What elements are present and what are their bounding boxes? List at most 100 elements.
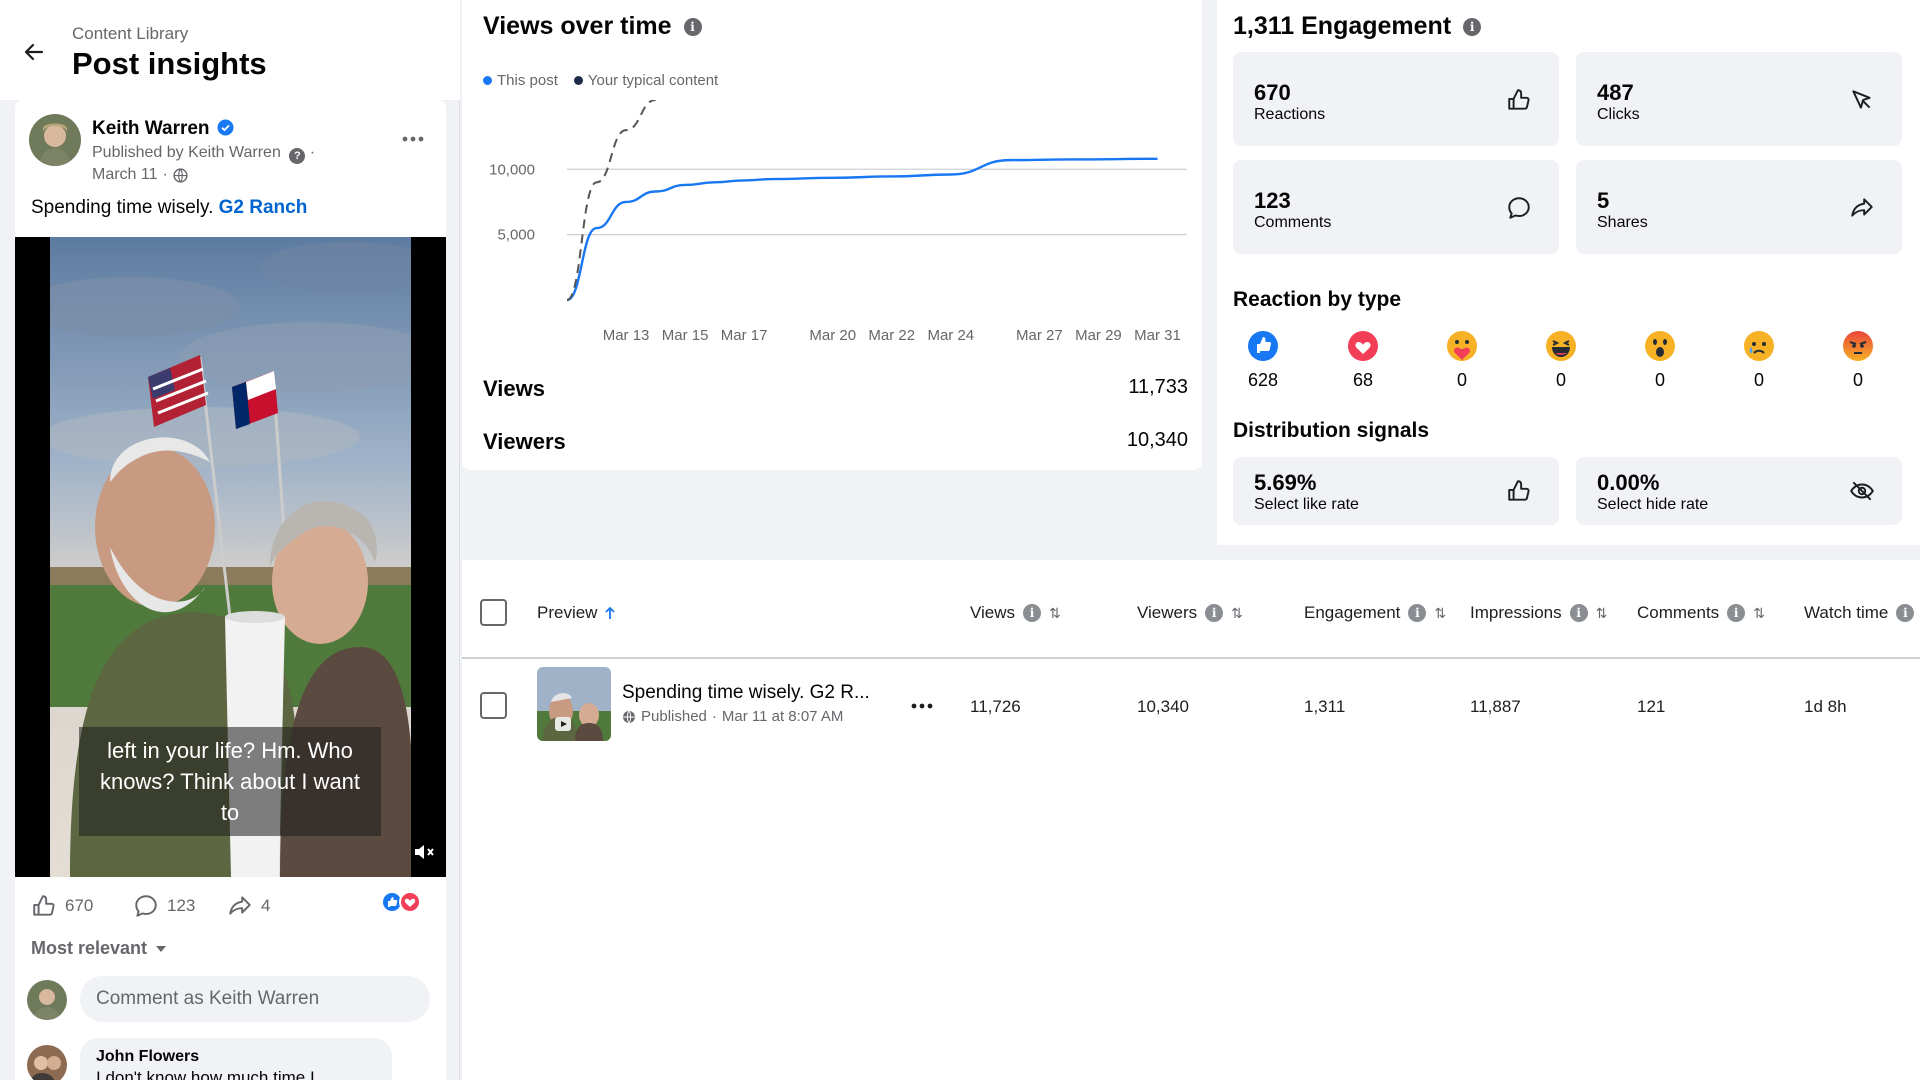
caret-down-icon — [156, 945, 167, 952]
post-table — [462, 560, 1920, 1080]
info-icon[interactable]: i — [1408, 604, 1427, 622]
share-action[interactable]: 4 — [227, 893, 270, 919]
avatar[interactable] — [29, 114, 81, 166]
row-date: Mar 11 at 8:07 AM — [721, 708, 844, 725]
reaction-breakdown: 628 68 0 0 0 0 0 — [1233, 330, 1913, 390]
sort-up-arrow-icon — [605, 606, 616, 619]
arrow-left-icon — [24, 43, 44, 61]
column-header-engagement[interactable]: Engagement i ⇅ — [1304, 603, 1446, 623]
comment-author-avatar[interactable] — [27, 1045, 67, 1080]
publisher-name[interactable]: Keith Warren — [188, 144, 281, 161]
published-by-line: Published by Keith Warren ? · — [92, 144, 316, 164]
post-panel: Content Library Post insights Keith Warr… — [0, 0, 460, 1080]
legend-label: This post — [497, 72, 558, 89]
stat-value: 487 — [1597, 80, 1634, 105]
table-divider — [462, 657, 1920, 659]
x-tick-label: Mar 15 — [662, 327, 709, 344]
column-header-comments[interactable]: Comments i ⇅ — [1637, 603, 1765, 623]
info-icon[interactable]: i — [1463, 17, 1482, 36]
sort-icon[interactable]: ⇅ — [1434, 605, 1446, 622]
care-reaction-icon — [1447, 331, 1477, 361]
row-options-button[interactable] — [902, 694, 942, 718]
column-label: Preview — [537, 603, 598, 622]
mute-button[interactable] — [409, 837, 439, 867]
video-player[interactable]: left in your life? Hm. Who knows? Think … — [15, 237, 446, 877]
post-options-button[interactable] — [393, 124, 433, 154]
post-tag-link[interactable]: G2 Ranch — [219, 197, 308, 218]
hide-rate-card[interactable]: 0.00% Select hide rate — [1576, 457, 1902, 525]
select-all-checkbox[interactable] — [480, 599, 507, 626]
legend-this-post: This post — [483, 72, 558, 89]
thumbs-up-icon — [33, 895, 55, 916]
viewers-metric: Viewers 10,340 — [483, 429, 1188, 455]
comments-card[interactable]: 123 Comments — [1233, 160, 1559, 254]
row-checkbox[interactable] — [480, 692, 507, 719]
comment-author[interactable]: John Flowers — [96, 1048, 376, 1066]
like-action[interactable]: 670 — [31, 893, 93, 919]
post-thumbnail[interactable] — [537, 667, 611, 741]
sort-icon[interactable]: ⇅ — [1596, 605, 1608, 622]
views-metric: Views 11,733 — [483, 376, 1188, 402]
info-icon[interactable]: i — [1727, 604, 1746, 622]
globe-icon — [173, 167, 188, 183]
sort-icon[interactable]: ⇅ — [1753, 605, 1765, 622]
shares-card[interactable]: 5 Shares — [1576, 160, 1902, 254]
engagement-title: 1,311 Engagement i — [1233, 12, 1482, 41]
post-date-line: March 11 · — [92, 166, 188, 184]
views-line-chart[interactable]: 10,000 5,000 Mar 13 Mar 15 Mar 17 Mar 20 Mar 2… — [462, 100, 1202, 350]
reactions-card[interactable]: 670 Reactions — [1233, 52, 1559, 146]
comment-input[interactable]: Comment as Keith Warren — [80, 976, 430, 1022]
comment-action[interactable]: 123 — [133, 893, 195, 919]
like-rate-card[interactable]: 5.69% Select like rate — [1233, 457, 1559, 525]
angry-reaction-icon — [1843, 331, 1873, 361]
column-label: Viewers — [1137, 603, 1198, 622]
row-post-title[interactable]: Spending time wisely. G2 R... — [622, 682, 870, 704]
x-tick-label: Mar 24 — [927, 327, 974, 344]
x-tick-label: Mar 29 — [1075, 327, 1122, 344]
reaction-angry: 0 — [1828, 330, 1888, 391]
cell-views: 11,726 — [970, 697, 1021, 716]
reaction-count: 68 — [1352, 370, 1374, 390]
clicks-card[interactable]: 487 Clicks — [1576, 52, 1902, 146]
column-header-preview[interactable]: Preview — [537, 603, 616, 623]
author-name[interactable]: Keith Warren — [92, 118, 210, 140]
back-button[interactable] — [16, 34, 52, 70]
reaction-summary[interactable] — [381, 891, 421, 913]
haha-reaction-icon — [1546, 331, 1576, 361]
column-header-impressions[interactable]: Impressions i ⇅ — [1470, 603, 1607, 623]
sad-reaction-icon — [1744, 331, 1774, 361]
x-tick-label: Mar 13 — [603, 327, 650, 344]
help-icon[interactable]: ? — [289, 148, 306, 164]
reaction-count: 0 — [1456, 370, 1467, 390]
cell-engagement: 1,311 — [1304, 697, 1346, 716]
signal-label: Select hide rate — [1597, 496, 1709, 513]
info-icon[interactable]: i — [1023, 604, 1042, 622]
sort-icon[interactable]: ⇅ — [1049, 605, 1061, 622]
reaction-count: 0 — [1654, 370, 1665, 390]
post-date[interactable]: March 11 — [92, 166, 158, 184]
distribution-signals-title: Distribution signals — [1233, 419, 1430, 442]
speaker-muted-icon — [415, 845, 434, 859]
stat-label: Shares — [1597, 214, 1648, 231]
commenter-avatar[interactable] — [27, 980, 67, 1020]
sort-icon[interactable]: ⇅ — [1231, 605, 1243, 622]
info-icon[interactable]: i — [1569, 604, 1588, 622]
reaction-count: 0 — [1555, 370, 1566, 390]
info-icon[interactable]: i — [1205, 604, 1224, 622]
cell-watch-time: 1d 8h — [1804, 697, 1847, 716]
column-header-views[interactable]: Views i ⇅ — [970, 603, 1061, 623]
thumbs-up-icon — [1503, 84, 1535, 116]
love-reaction-icon — [1348, 331, 1378, 361]
info-icon[interactable]: i — [683, 17, 702, 36]
comment-sort-dropdown[interactable]: Most relevant — [31, 938, 167, 959]
column-header-viewers[interactable]: Viewers i ⇅ — [1137, 603, 1243, 623]
info-icon[interactable]: i — [1896, 604, 1915, 622]
column-header-watch-time[interactable]: Watch time i — [1804, 603, 1915, 623]
reaction-sad: 0 — [1729, 330, 1789, 391]
views-over-time-panel: Views over time i This post Your typical… — [462, 0, 1202, 470]
reaction-haha: 0 — [1531, 330, 1591, 391]
post-body: Spending time wisely. — [31, 197, 214, 218]
breadcrumb[interactable]: Content Library — [72, 24, 188, 44]
metric-value: 11,733 — [1128, 376, 1188, 398]
row-status: Published — [641, 708, 707, 725]
